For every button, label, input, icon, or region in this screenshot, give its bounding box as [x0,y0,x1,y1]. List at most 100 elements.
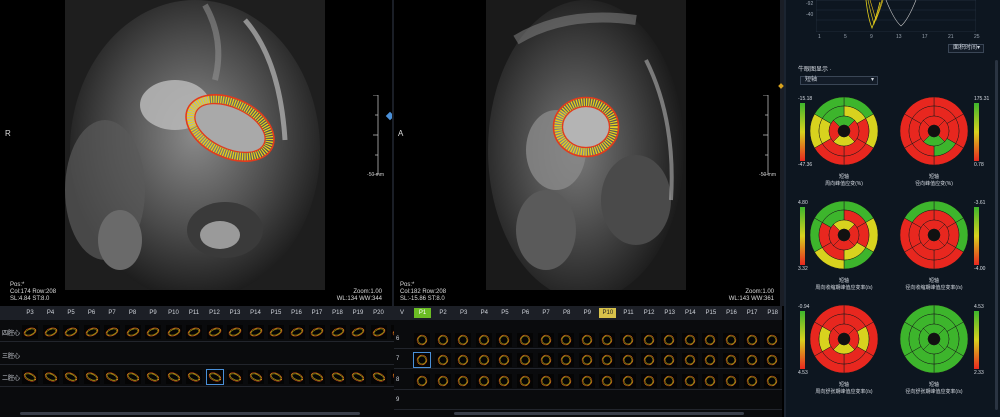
frame-thumbnail[interactable] [288,325,305,339]
frame-thumbnail[interactable] [165,370,182,384]
frame-thumbnail[interactable] [414,374,430,388]
frame-thumbnail[interactable] [329,370,346,384]
frame-thumbnail[interactable] [329,325,346,339]
phase-header-cell[interactable]: P15 [268,308,284,318]
frame-thumbnail[interactable] [227,370,243,384]
frame-thumbnail[interactable] [723,353,739,367]
frame-thumbnail[interactable] [42,370,59,384]
frame-thumbnail[interactable] [599,353,616,367]
frame-thumbnail[interactable] [558,353,575,367]
phase-header-cell[interactable]: P3 [22,308,38,318]
frame-thumbnail[interactable] [578,374,595,388]
frame-thumbnail[interactable] [434,353,451,367]
frame-thumbnail[interactable] [22,325,38,339]
frame-thumbnail[interactable] [42,325,59,339]
frame-thumbnail[interactable] [145,325,161,339]
frame-thumbnail[interactable] [63,325,79,339]
frame-thumbnail[interactable] [743,353,760,367]
phase-header-cell[interactable]: P8 [558,308,575,318]
frame-thumbnail[interactable] [620,333,636,347]
frame-thumbnail[interactable] [764,353,781,367]
phase-header-cell[interactable]: P1 [414,308,431,318]
frame-thumbnail[interactable] [247,325,264,339]
phase-header-cell[interactable]: P9 [145,308,161,318]
frame-thumbnail[interactable] [537,353,554,367]
frame-thumbnail[interactable] [702,374,719,388]
phase-header-cell[interactable]: P4 [43,308,59,318]
frame-thumbnail[interactable] [227,325,243,339]
frame-thumbnail[interactable] [370,325,387,339]
frame-thumbnail[interactable] [434,333,451,347]
frame-thumbnail[interactable] [702,333,719,347]
frame-thumbnail[interactable] [288,370,305,384]
frame-thumbnail[interactable] [475,353,492,367]
phase-header-cell[interactable]: P16 [289,308,305,318]
frame-thumbnail[interactable] [517,374,533,388]
phase-header-cell[interactable]: P5 [63,308,79,318]
frame-thumbnail[interactable] [661,353,678,367]
frame-thumbnail[interactable] [743,374,760,388]
phase-header-cell[interactable]: P11 [620,308,637,318]
frame-thumbnail[interactable] [517,353,533,367]
bullseye-plot[interactable] [806,303,882,375]
viewport-long-axis[interactable]: R Pos:* Col:174 Row:208 SL:4.84 ST:8.0 Z… [0,0,392,306]
phase-header-cell[interactable]: P5 [496,308,513,318]
phase-header-cell[interactable]: P11 [186,308,202,318]
frame-thumbnail[interactable] [517,333,533,347]
phase-header-cell[interactable]: P6 [84,308,100,318]
frame-thumbnail[interactable] [455,333,472,347]
frame-thumbnail[interactable] [723,333,739,347]
chart-mode-dropdown[interactable]: 面积时间 ▾ [948,44,984,53]
frame-thumbnail[interactable] [681,374,698,388]
view-dropdown[interactable]: 短轴 ▾ [800,76,878,85]
frame-thumbnail[interactable] [661,374,678,388]
frame-thumbnail[interactable] [620,374,636,388]
frame-thumbnail[interactable] [496,353,513,367]
frame-thumbnail[interactable] [578,333,595,347]
phase-header-cell[interactable]: P3 [455,308,472,318]
frame-thumbnail[interactable] [104,325,120,339]
phase-header-cell[interactable]: P20 [371,308,387,318]
phase-header-cell[interactable]: P10 [599,308,617,318]
frame-thumbnail[interactable] [124,370,141,384]
frame-thumbnail[interactable] [186,370,202,384]
phase-header-cell[interactable]: P12 [207,308,223,318]
phase-header-cell[interactable]: P8 [125,308,141,318]
phase-header-cell[interactable]: P6 [517,308,534,318]
frame-thumbnail[interactable] [681,353,698,367]
frame-thumbnail[interactable] [455,374,472,388]
horizontal-scrollbar[interactable] [20,412,360,415]
frame-thumbnail[interactable] [599,333,616,347]
frame-thumbnail[interactable] [63,370,79,384]
horizontal-scrollbar[interactable] [454,412,744,415]
frame-thumbnail[interactable] [578,353,595,367]
frame-thumbnail[interactable] [205,369,224,385]
frame-thumbnail[interactable] [206,325,223,339]
phase-header-cell[interactable]: P14 [248,308,264,318]
frame-thumbnail[interactable] [496,333,513,347]
frame-thumbnail[interactable] [186,325,202,339]
frame-thumbnail[interactable] [104,370,120,384]
phase-header-cell[interactable]: P4 [476,308,493,318]
phase-header-cell[interactable]: P13 [661,308,678,318]
frame-thumbnail[interactable] [268,370,284,384]
frame-thumbnail[interactable] [599,374,616,388]
phase-header-cell[interactable]: P7 [104,308,120,318]
frame-thumbnail[interactable] [309,325,325,339]
phase-header-cell[interactable]: P14 [682,308,699,318]
frame-thumbnail[interactable] [475,374,492,388]
frame-thumbnail[interactable] [309,370,325,384]
frame-thumbnail[interactable] [640,374,657,388]
frame-thumbnail[interactable] [764,333,781,347]
frame-thumbnail[interactable] [743,333,760,347]
phase-header-cell[interactable]: P7 [538,308,555,318]
phase-header-cell[interactable]: P19 [350,308,366,318]
frame-thumbnail[interactable] [165,325,182,339]
frame-thumbnail[interactable] [640,333,657,347]
frame-thumbnail[interactable] [681,333,698,347]
bullseye-plot[interactable] [806,199,882,271]
frame-thumbnail[interactable] [496,374,513,388]
frame-thumbnail[interactable] [620,353,636,367]
frame-thumbnail[interactable] [702,353,719,367]
phase-header-cell[interactable]: P9 [579,308,596,318]
